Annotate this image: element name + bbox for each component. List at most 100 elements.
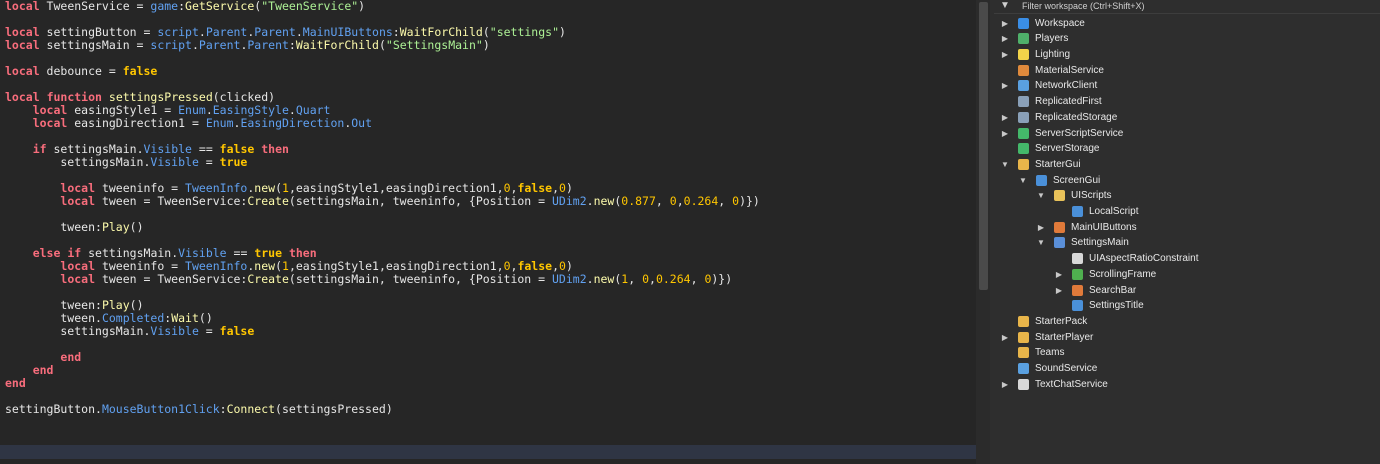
code-token: EasingStyle <box>212 103 289 117</box>
explorer-item-networkclient[interactable]: ▶ NetworkClient <box>994 78 1380 93</box>
code-token: ,easingStyle1,easingDirection1, <box>288 259 504 273</box>
code-line[interactable]: local TweenService = game:GetService("Tw… <box>5 0 760 13</box>
code-token: local <box>5 38 40 52</box>
chevron-down-icon[interactable]: ▼ <box>1036 188 1046 203</box>
code-token: , <box>649 272 656 286</box>
code-token: settingButton = <box>39 25 158 39</box>
explorer-item-label: StarterGui <box>1035 158 1081 170</box>
code-token: ) <box>565 259 573 273</box>
code-token: . <box>586 194 594 208</box>
code-token: ( <box>275 181 282 195</box>
code-line[interactable]: local easingDirection1 = Enum.EasingDire… <box>5 117 760 130</box>
code-token: local <box>32 103 68 117</box>
chevron-down-icon[interactable]: ▼ <box>1036 235 1046 250</box>
code-line[interactable] <box>5 338 760 351</box>
code-token: then <box>288 246 317 260</box>
chevron-right-icon[interactable]: ▶ <box>1000 78 1010 93</box>
explorer-item-serverstorage[interactable]: ServerStorage <box>994 141 1380 156</box>
frame-icon <box>1072 284 1083 296</box>
code-line[interactable]: settingsMain.Visible = true <box>5 156 760 169</box>
code-token: "SettingsMain" <box>385 38 483 52</box>
chevron-right-icon[interactable]: ▶ <box>1000 330 1010 345</box>
code-area[interactable]: local TweenService = game:GetService("Tw… <box>5 0 760 416</box>
code-token: : <box>178 0 186 13</box>
explorer-item-settingsmain[interactable]: ▼ SettingsMain <box>994 235 1380 250</box>
explorer-item-label: StarterPlayer <box>1035 331 1094 343</box>
explorer-item-replicatedfirst[interactable]: ReplicatedFirst <box>994 94 1380 109</box>
code-token: false <box>219 324 255 338</box>
explorer-item-mainuibuttons[interactable]: ▶ MainUIButtons <box>994 220 1380 235</box>
explorer-item-label: Lighting <box>1035 49 1071 60</box>
code-token: , <box>718 194 733 208</box>
code-token: Create <box>247 194 289 208</box>
code-token: new <box>254 259 276 273</box>
code-token: Connect <box>226 402 276 416</box>
code-token: )}) <box>739 194 760 208</box>
explorer-item-localscript[interactable]: LocalScript <box>994 204 1380 219</box>
explorer-item-settingstitle[interactable]: SettingsTitle <box>994 298 1380 313</box>
code-token: Wait <box>171 311 199 325</box>
screen-gui-icon <box>1036 174 1047 186</box>
code-line[interactable]: local settingsMain = script.Parent.Paren… <box>5 39 760 52</box>
code-token: Play <box>101 220 130 234</box>
explorer-item-uiaspectratioconstraint[interactable]: UIAspectRatioConstraint <box>994 251 1380 266</box>
explorer-item-soundservice[interactable]: SoundService <box>994 361 1380 376</box>
filter-icon[interactable]: ▼ <box>1000 0 1010 12</box>
code-line[interactable]: end <box>5 351 760 364</box>
code-line[interactable]: end <box>5 364 760 377</box>
players-icon <box>1018 33 1029 45</box>
explorer-item-workspace[interactable]: ▶ Workspace <box>994 16 1380 31</box>
code-token: Visible <box>143 142 192 156</box>
code-line[interactable]: local tween = TweenService:Create(settin… <box>5 273 760 286</box>
chevron-right-icon[interactable]: ▶ <box>1036 220 1046 235</box>
explorer-item-scrollingframe[interactable]: ▶ ScrollingFrame <box>994 267 1380 282</box>
chevron-right-icon[interactable]: ▶ <box>1054 267 1064 282</box>
explorer-item-starterplayer[interactable]: ▶ StarterPlayer <box>994 330 1380 345</box>
explorer-item-textchatservice[interactable]: ▶ TextChatService <box>994 377 1380 392</box>
explorer-item-starterpack[interactable]: StarterPack <box>994 314 1380 329</box>
explorer-filter-input[interactable] <box>1022 0 1352 12</box>
explorer-item-players[interactable]: ▶ Players <box>994 31 1380 46</box>
code-line[interactable]: settingButton.MouseButton1Click:Connect(… <box>5 403 760 416</box>
frame-icon <box>1054 221 1065 233</box>
code-token: 1 <box>282 181 289 195</box>
code-line[interactable]: local tween = TweenService:Create(settin… <box>5 194 760 208</box>
code-token: (settingsMain, tweeninfo, {Position = <box>288 272 552 286</box>
explorer-item-uiscripts[interactable]: ▼ UIScripts <box>994 188 1380 203</box>
explorer-item-searchbar[interactable]: ▶ SearchBar <box>994 283 1380 298</box>
chevron-right-icon[interactable]: ▶ <box>1000 126 1010 141</box>
chevron-right-icon[interactable]: ▶ <box>1000 377 1010 392</box>
explorer-item-serverscriptservice[interactable]: ▶ ServerScriptService <box>994 126 1380 141</box>
code-token: EasingDirection <box>240 116 345 130</box>
code-line[interactable]: end <box>5 377 760 390</box>
text-label-icon <box>1072 300 1083 312</box>
server-script-service-icon <box>1018 127 1029 139</box>
explorer-item-label: ReplicatedFirst <box>1035 96 1102 108</box>
chevron-right-icon[interactable]: ▶ <box>1000 16 1010 31</box>
code-token: )}) <box>711 272 733 286</box>
code-line[interactable]: local debounce = false <box>5 65 760 78</box>
replicated-first-icon <box>1018 96 1029 108</box>
explorer-item-replicatedstorage[interactable]: ▶ ReplicatedStorage <box>994 110 1380 125</box>
chevron-down-icon[interactable]: ▼ <box>1000 157 1010 172</box>
code-line[interactable]: tween:Play() <box>5 221 760 234</box>
aspect-ratio-icon <box>1072 253 1083 265</box>
code-token: 0 <box>503 181 511 195</box>
chevron-right-icon[interactable]: ▶ <box>1000 110 1010 125</box>
chevron-right-icon[interactable]: ▶ <box>1000 47 1010 62</box>
explorer-item-screengui[interactable]: ▼ ScreenGui <box>994 173 1380 188</box>
code-token: UDim2 <box>552 272 587 286</box>
explorer-item-teams[interactable]: Teams <box>994 345 1380 360</box>
explorer-item-lighting[interactable]: ▶ Lighting <box>994 47 1380 62</box>
chevron-right-icon[interactable]: ▶ <box>1000 31 1010 46</box>
code-token: (clicked) <box>212 90 276 104</box>
explorer-item-startergui[interactable]: ▼ StarterGui <box>994 157 1380 172</box>
code-line[interactable]: settingsMain.Visible = false <box>5 325 760 338</box>
explorer-item-materialservice[interactable]: MaterialService <box>994 63 1380 78</box>
chevron-right-icon[interactable]: ▶ <box>1054 283 1064 298</box>
code-token: Out <box>351 116 373 130</box>
editor-scrollbar-thumb[interactable] <box>979 2 988 290</box>
chevron-down-icon[interactable]: ▼ <box>1018 173 1028 188</box>
script-editor[interactable]: local TweenService = game:GetService("Tw… <box>0 0 976 464</box>
